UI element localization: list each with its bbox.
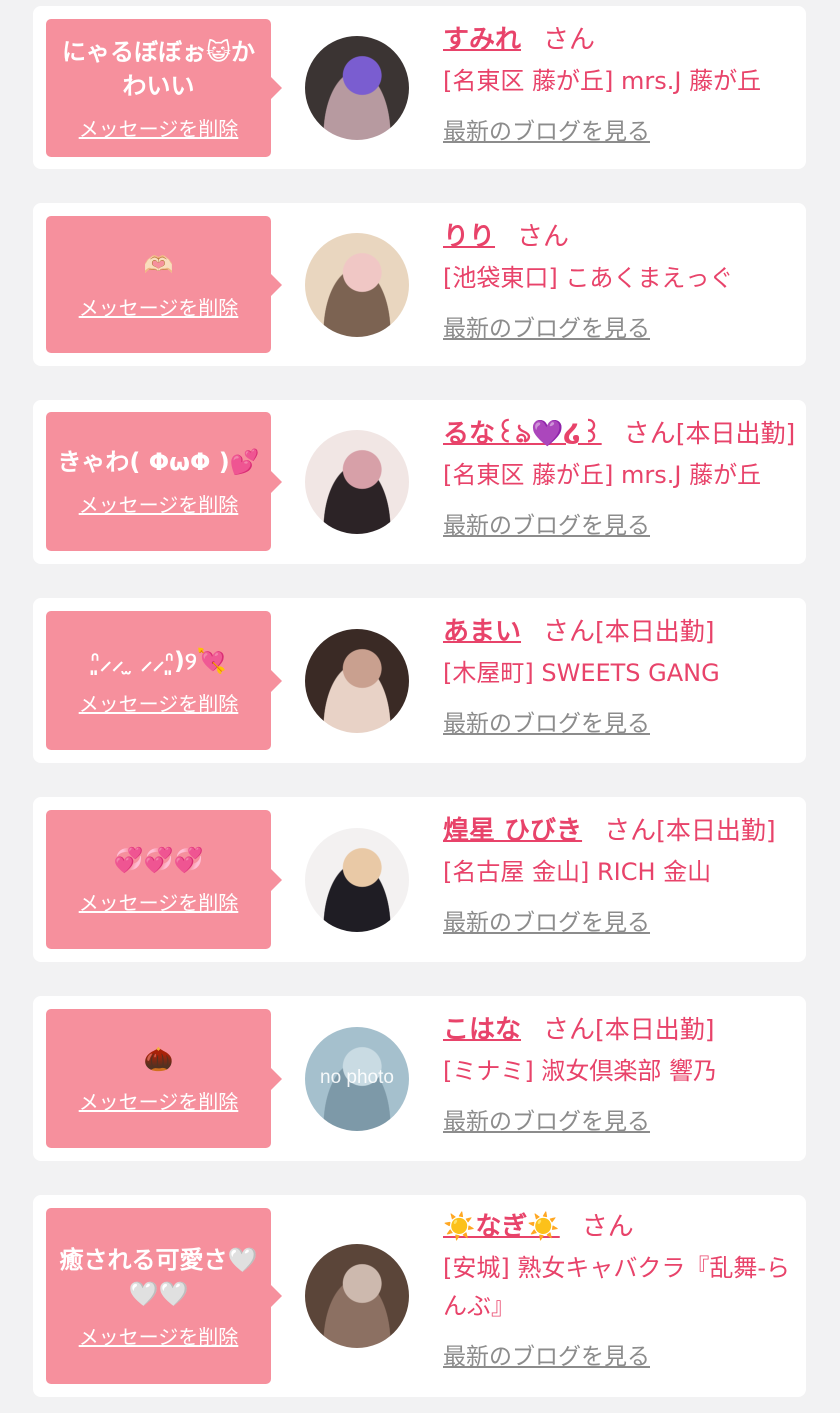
cast-info: りり さん [池袋東口] こあくまえっぐ 最新のブログを見る xyxy=(443,217,798,343)
delete-message-link[interactable]: メッセージを削除 xyxy=(79,489,239,518)
message-list: にゃるぼぼぉ😺かわいい メッセージを削除 すみれ さん [名東区 藤が丘] mrs… xyxy=(0,0,840,1413)
message-card: 癒される可愛さ🤍🤍🤍 メッセージを削除 ☀️なぎ☀️ さん [安城] 熟女キャバク… xyxy=(33,1195,806,1397)
message-text: 🫶🏻 xyxy=(143,251,174,279)
message-bubble: 🌰 メッセージを削除 xyxy=(46,1009,271,1148)
cast-info: すみれ さん [名東区 藤が丘] mrs.J 藤が丘 最新のブログを見る xyxy=(443,20,798,146)
delete-message-link[interactable]: メッセージを削除 xyxy=(79,113,239,142)
delete-message-link[interactable]: メッセージを削除 xyxy=(79,1086,239,1115)
message-text: にゃるぼぼぉ😺かわいい xyxy=(61,37,256,100)
shop-name: [名東区 藤が丘] mrs.J 藤が丘 xyxy=(443,461,762,489)
status-text: [本日出勤] xyxy=(595,617,715,646)
no-photo-label: no photo xyxy=(320,1067,394,1088)
cast-name-link[interactable]: こはな xyxy=(443,1015,521,1045)
latest-blog-link[interactable]: 最新のブログを見る xyxy=(443,506,650,540)
cast-info: 煌星 ひびき さん[本日出勤] [名古屋 金山] RICH 金山 最新のブログを見… xyxy=(443,811,798,937)
message-text: 💞💞💞 xyxy=(113,846,204,874)
avatar[interactable] xyxy=(305,233,409,337)
status-text: [本日出勤] xyxy=(656,816,776,845)
latest-blog-link[interactable]: 最新のブログを見る xyxy=(443,309,650,343)
shop-name: [名東区 藤が丘] mrs.J 藤が丘 xyxy=(443,67,762,95)
message-card: 💞💞💞 メッセージを削除 煌星 ひびき さん[本日出勤] [名古屋 金山] RIC… xyxy=(33,797,806,962)
message-text: きゃわ( ΦωΦ )💕 xyxy=(57,448,260,476)
avatar[interactable]: no photo xyxy=(305,1027,409,1131)
message-bubble: 💞💞💞 メッセージを削除 xyxy=(46,810,271,949)
latest-blog-link[interactable]: 最新のブログを見る xyxy=(443,1337,650,1371)
shop-name: [安城] 熟女キャバクラ『乱舞-らんぶ』 xyxy=(443,1254,791,1320)
latest-blog-link[interactable]: 最新のブログを見る xyxy=(443,112,650,146)
message-card: にゃるぼぼぉ😺かわいい メッセージを削除 すみれ さん [名東区 藤が丘] mrs… xyxy=(33,6,806,169)
avatar[interactable] xyxy=(305,36,409,140)
status-text: [本日出勤] xyxy=(595,1015,715,1044)
avatar[interactable] xyxy=(305,629,409,733)
cast-name-link[interactable]: りり xyxy=(443,222,495,252)
message-text: ᐢ͈⸝⸝ ̫ ⸝⸝ᐢ͈)୨💘 xyxy=(90,647,227,675)
cast-info: るな꒰ঌ💜໒꒱ さん[本日出勤] [名東区 藤が丘] mrs.J 藤が丘 最新のブ… xyxy=(443,414,798,540)
honorific: さん xyxy=(543,1015,596,1045)
avatar[interactable] xyxy=(305,828,409,932)
message-card: ᐢ͈⸝⸝ ̫ ⸝⸝ᐢ͈)୨💘 メッセージを削除 あまい さん[本日出勤] [木屋町… xyxy=(33,598,806,763)
shop-name: [池袋東口] こあくまえっぐ xyxy=(443,264,734,292)
delete-message-link[interactable]: メッセージを削除 xyxy=(79,688,239,717)
cast-name-link[interactable]: あまい xyxy=(443,617,521,647)
latest-blog-link[interactable]: 最新のブログを見る xyxy=(443,903,650,937)
message-bubble: 癒される可愛さ🤍🤍🤍 メッセージを削除 xyxy=(46,1208,271,1384)
honorific: さん xyxy=(517,222,570,252)
message-bubble: にゃるぼぼぉ😺かわいい メッセージを削除 xyxy=(46,19,271,157)
latest-blog-link[interactable]: 最新のブログを見る xyxy=(443,1102,650,1136)
message-text: 🌰 xyxy=(143,1045,174,1073)
shop-name: [名古屋 金山] RICH 金山 xyxy=(443,858,712,886)
cast-info: こはな さん[本日出勤] [ミナミ] 淑女倶楽部 響乃 最新のブログを見る xyxy=(443,1010,798,1136)
cast-name-link[interactable]: ☀️なぎ☀️ xyxy=(443,1212,560,1242)
delete-message-link[interactable]: メッセージを削除 xyxy=(79,292,239,321)
honorific: さん xyxy=(604,816,657,846)
shop-name: [ミナミ] 淑女倶楽部 響乃 xyxy=(443,1057,717,1085)
honorific: さん xyxy=(543,617,596,647)
honorific: さん xyxy=(543,25,596,55)
cast-name-link[interactable]: すみれ xyxy=(443,25,521,55)
delete-message-link[interactable]: メッセージを削除 xyxy=(79,1321,239,1350)
status-text: [本日出勤] xyxy=(675,419,796,448)
honorific: さん xyxy=(623,419,676,449)
message-card: 🫶🏻 メッセージを削除 りり さん [池袋東口] こあくまえっぐ 最新のブログを見… xyxy=(33,203,806,366)
latest-blog-link[interactable]: 最新のブログを見る xyxy=(443,704,650,738)
avatar[interactable] xyxy=(305,1244,409,1348)
delete-message-link[interactable]: メッセージを削除 xyxy=(79,887,239,916)
message-bubble: ᐢ͈⸝⸝ ̫ ⸝⸝ᐢ͈)୨💘 メッセージを削除 xyxy=(46,611,271,750)
message-card: きゃわ( ΦωΦ )💕 メッセージを削除 るな꒰ঌ💜໒꒱ さん[本日出勤] [名東… xyxy=(33,400,806,564)
message-bubble: きゃわ( ΦωΦ )💕 メッセージを削除 xyxy=(46,412,271,551)
message-card: 🌰 メッセージを削除 no photo こはな さん[本日出勤] [ミナミ] 淑女… xyxy=(33,996,806,1161)
cast-name-link[interactable]: 煌星 ひびき xyxy=(443,816,582,846)
shop-name: [木屋町] SWEETS GANG xyxy=(443,659,720,687)
honorific: さん xyxy=(581,1212,634,1242)
cast-info: ☀️なぎ☀️ さん [安城] 熟女キャバクラ『乱舞-らんぶ』 最新のブログを見る xyxy=(443,1207,798,1371)
cast-info: あまい さん[本日出勤] [木屋町] SWEETS GANG 最新のブログを見る xyxy=(443,612,798,738)
message-text: 癒される可愛さ🤍🤍🤍 xyxy=(59,1245,258,1308)
cast-name-link[interactable]: るな꒰ঌ💜໒꒱ xyxy=(443,419,602,449)
avatar[interactable] xyxy=(305,430,409,534)
message-bubble: 🫶🏻 メッセージを削除 xyxy=(46,216,271,353)
